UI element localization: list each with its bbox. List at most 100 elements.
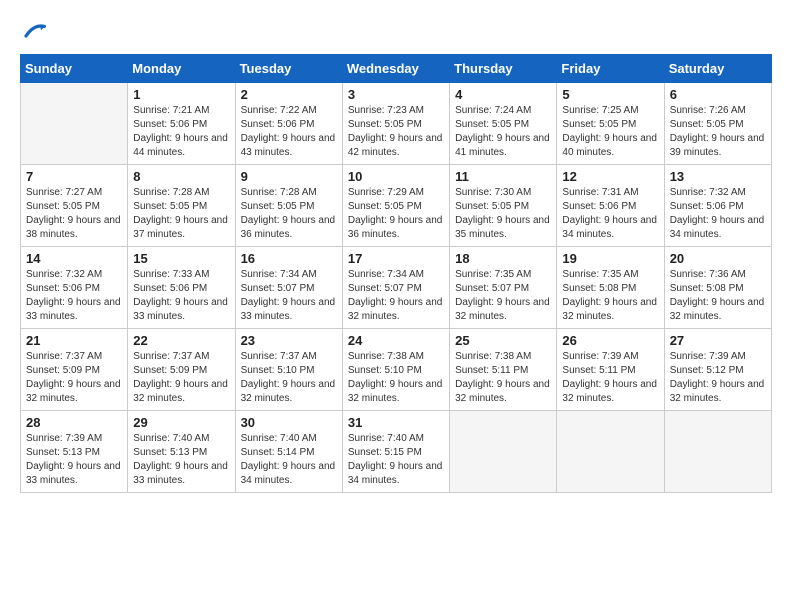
calendar-cell: 10 Sunrise: 7:29 AMSunset: 5:05 PMDayligh…	[342, 165, 449, 247]
calendar-cell: 2 Sunrise: 7:22 AMSunset: 5:06 PMDaylight…	[235, 83, 342, 165]
day-number: 31	[348, 415, 444, 430]
day-number: 15	[133, 251, 229, 266]
calendar-header-row: SundayMondayTuesdayWednesdayThursdayFrid…	[21, 55, 772, 83]
day-number: 9	[241, 169, 337, 184]
day-info: Sunrise: 7:40 AMSunset: 5:14 PMDaylight:…	[241, 432, 337, 488]
day-number: 13	[670, 169, 766, 184]
calendar-week-3: 14 Sunrise: 7:32 AMSunset: 5:06 PMDayligh…	[21, 247, 772, 329]
day-number: 10	[348, 169, 444, 184]
day-info: Sunrise: 7:23 AMSunset: 5:05 PMDaylight:…	[348, 104, 444, 160]
day-info: Sunrise: 7:38 AMSunset: 5:11 PMDaylight:…	[455, 350, 551, 406]
calendar-header-wednesday: Wednesday	[342, 55, 449, 83]
day-info: Sunrise: 7:34 AMSunset: 5:07 PMDaylight:…	[241, 268, 337, 324]
day-info: Sunrise: 7:31 AMSunset: 5:06 PMDaylight:…	[562, 186, 658, 242]
calendar-cell: 20Sunrise: 7:36 AMSunset: 5:08 PMDayligh…	[664, 247, 771, 329]
day-number: 28	[26, 415, 122, 430]
calendar-header-thursday: Thursday	[450, 55, 557, 83]
day-number: 5	[562, 87, 658, 102]
day-info: Sunrise: 7:39 AMSunset: 5:11 PMDaylight:…	[562, 350, 658, 406]
calendar-cell: 16 Sunrise: 7:34 AMSunset: 5:07 PMDayligh…	[235, 247, 342, 329]
day-number: 6	[670, 87, 766, 102]
calendar-cell: 13 Sunrise: 7:32 AMSunset: 5:06 PMDayligh…	[664, 165, 771, 247]
calendar-cell: 18 Sunrise: 7:35 AMSunset: 5:07 PMDayligh…	[450, 247, 557, 329]
calendar-cell: 30Sunrise: 7:40 AMSunset: 5:14 PMDayligh…	[235, 411, 342, 493]
calendar-cell	[450, 411, 557, 493]
page-header	[20, 20, 772, 44]
calendar-cell: 12Sunrise: 7:31 AMSunset: 5:06 PMDayligh…	[557, 165, 664, 247]
day-number: 8	[133, 169, 229, 184]
day-info: Sunrise: 7:24 AMSunset: 5:05 PMDaylight:…	[455, 104, 551, 160]
calendar-cell: 9 Sunrise: 7:28 AMSunset: 5:05 PMDaylight…	[235, 165, 342, 247]
day-info: Sunrise: 7:27 AMSunset: 5:05 PMDaylight:…	[26, 186, 122, 242]
day-info: Sunrise: 7:33 AMSunset: 5:06 PMDaylight:…	[133, 268, 229, 324]
day-number: 16	[241, 251, 337, 266]
day-number: 18	[455, 251, 551, 266]
calendar-cell: 7 Sunrise: 7:27 AMSunset: 5:05 PMDaylight…	[21, 165, 128, 247]
calendar-cell: 17Sunrise: 7:34 AMSunset: 5:07 PMDayligh…	[342, 247, 449, 329]
calendar-cell: 5Sunrise: 7:25 AMSunset: 5:05 PMDaylight…	[557, 83, 664, 165]
calendar-cell: 3Sunrise: 7:23 AMSunset: 5:05 PMDaylight…	[342, 83, 449, 165]
calendar-cell: 31 Sunrise: 7:40 AMSunset: 5:15 PMDayligh…	[342, 411, 449, 493]
calendar-cell	[664, 411, 771, 493]
calendar-cell: 21 Sunrise: 7:37 AMSunset: 5:09 PMDayligh…	[21, 329, 128, 411]
day-info: Sunrise: 7:35 AMSunset: 5:07 PMDaylight:…	[455, 268, 551, 324]
day-number: 17	[348, 251, 444, 266]
calendar-cell: 15 Sunrise: 7:33 AMSunset: 5:06 PMDayligh…	[128, 247, 235, 329]
calendar-table: SundayMondayTuesdayWednesdayThursdayFrid…	[20, 54, 772, 493]
day-number: 19	[562, 251, 658, 266]
calendar-cell: 19 Sunrise: 7:35 AMSunset: 5:08 PMDayligh…	[557, 247, 664, 329]
calendar-cell: 22Sunrise: 7:37 AMSunset: 5:09 PMDayligh…	[128, 329, 235, 411]
day-info: Sunrise: 7:39 AMSunset: 5:13 PMDaylight:…	[26, 432, 122, 488]
calendar-cell: 4 Sunrise: 7:24 AMSunset: 5:05 PMDaylight…	[450, 83, 557, 165]
calendar-cell: 29 Sunrise: 7:40 AMSunset: 5:13 PMDayligh…	[128, 411, 235, 493]
day-info: Sunrise: 7:37 AMSunset: 5:09 PMDaylight:…	[26, 350, 122, 406]
calendar-cell: 6Sunrise: 7:26 AMSunset: 5:05 PMDaylight…	[664, 83, 771, 165]
day-info: Sunrise: 7:37 AMSunset: 5:10 PMDaylight:…	[241, 350, 337, 406]
calendar-cell: 24Sunrise: 7:38 AMSunset: 5:10 PMDayligh…	[342, 329, 449, 411]
calendar-header-sunday: Sunday	[21, 55, 128, 83]
calendar-cell: 8 Sunrise: 7:28 AMSunset: 5:05 PMDaylight…	[128, 165, 235, 247]
logo-icon	[22, 20, 46, 44]
calendar-header-friday: Friday	[557, 55, 664, 83]
day-info: Sunrise: 7:28 AMSunset: 5:05 PMDaylight:…	[241, 186, 337, 242]
calendar-week-2: 7 Sunrise: 7:27 AMSunset: 5:05 PMDaylight…	[21, 165, 772, 247]
calendar-cell: 26 Sunrise: 7:39 AMSunset: 5:11 PMDayligh…	[557, 329, 664, 411]
day-number: 2	[241, 87, 337, 102]
day-number: 1	[133, 87, 229, 102]
calendar-cell: 14 Sunrise: 7:32 AMSunset: 5:06 PMDayligh…	[21, 247, 128, 329]
calendar-cell	[21, 83, 128, 165]
day-number: 7	[26, 169, 122, 184]
calendar-week-1: 1 Sunrise: 7:21 AMSunset: 5:06 PMDaylight…	[21, 83, 772, 165]
day-info: Sunrise: 7:39 AMSunset: 5:12 PMDaylight:…	[670, 350, 766, 406]
day-number: 4	[455, 87, 551, 102]
calendar-cell: 28 Sunrise: 7:39 AMSunset: 5:13 PMDayligh…	[21, 411, 128, 493]
calendar-week-4: 21 Sunrise: 7:37 AMSunset: 5:09 PMDayligh…	[21, 329, 772, 411]
day-info: Sunrise: 7:28 AMSunset: 5:05 PMDaylight:…	[133, 186, 229, 242]
day-info: Sunrise: 7:32 AMSunset: 5:06 PMDaylight:…	[26, 268, 122, 324]
day-number: 21	[26, 333, 122, 348]
calendar-header-tuesday: Tuesday	[235, 55, 342, 83]
day-info: Sunrise: 7:37 AMSunset: 5:09 PMDaylight:…	[133, 350, 229, 406]
calendar-header-saturday: Saturday	[664, 55, 771, 83]
day-number: 26	[562, 333, 658, 348]
day-info: Sunrise: 7:29 AMSunset: 5:05 PMDaylight:…	[348, 186, 444, 242]
day-number: 25	[455, 333, 551, 348]
calendar-cell: 11Sunrise: 7:30 AMSunset: 5:05 PMDayligh…	[450, 165, 557, 247]
calendar-cell: 1 Sunrise: 7:21 AMSunset: 5:06 PMDaylight…	[128, 83, 235, 165]
day-info: Sunrise: 7:40 AMSunset: 5:15 PMDaylight:…	[348, 432, 444, 488]
day-number: 27	[670, 333, 766, 348]
day-number: 14	[26, 251, 122, 266]
day-info: Sunrise: 7:21 AMSunset: 5:06 PMDaylight:…	[133, 104, 229, 160]
day-info: Sunrise: 7:35 AMSunset: 5:08 PMDaylight:…	[562, 268, 658, 324]
day-number: 29	[133, 415, 229, 430]
day-info: Sunrise: 7:38 AMSunset: 5:10 PMDaylight:…	[348, 350, 444, 406]
day-info: Sunrise: 7:40 AMSunset: 5:13 PMDaylight:…	[133, 432, 229, 488]
calendar-header-monday: Monday	[128, 55, 235, 83]
calendar-cell: 27 Sunrise: 7:39 AMSunset: 5:12 PMDayligh…	[664, 329, 771, 411]
day-info: Sunrise: 7:36 AMSunset: 5:08 PMDaylight:…	[670, 268, 766, 324]
day-info: Sunrise: 7:32 AMSunset: 5:06 PMDaylight:…	[670, 186, 766, 242]
day-number: 23	[241, 333, 337, 348]
logo	[20, 20, 46, 44]
calendar-cell: 23 Sunrise: 7:37 AMSunset: 5:10 PMDayligh…	[235, 329, 342, 411]
day-info: Sunrise: 7:22 AMSunset: 5:06 PMDaylight:…	[241, 104, 337, 160]
